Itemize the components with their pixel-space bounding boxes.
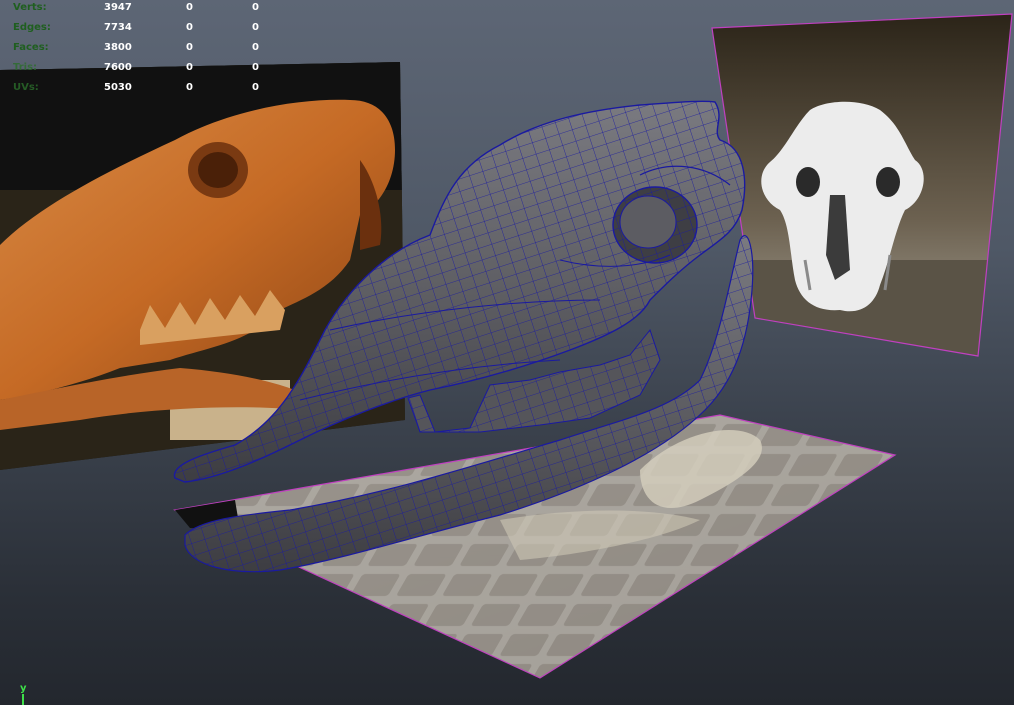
poly-count-hud: Verts: 3947 0 0 Edges: 7734 0 0 Faces: 3… bbox=[0, 0, 300, 100]
hud-row-edges: Edges: 7734 0 0 bbox=[0, 20, 300, 40]
hud-label: Verts: bbox=[13, 2, 47, 13]
hud-row-verts: Verts: 3947 0 0 bbox=[0, 0, 300, 20]
hud-component-value: 0 bbox=[252, 62, 259, 73]
hud-row-tris: Tris: 7600 0 0 bbox=[0, 60, 300, 80]
hud-component-value: 0 bbox=[252, 22, 259, 33]
hud-label: Tris: bbox=[13, 62, 38, 73]
hud-total-value: 3947 bbox=[104, 2, 132, 13]
hud-selected-value: 0 bbox=[186, 2, 193, 13]
viewport-3d[interactable]: Verts: 3947 0 0 Edges: 7734 0 0 Faces: 3… bbox=[0, 0, 1014, 705]
hud-row-faces: Faces: 3800 0 0 bbox=[0, 40, 300, 60]
hud-row-uvs: UVs: 5030 0 0 bbox=[0, 80, 300, 100]
hud-selected-value: 0 bbox=[186, 42, 193, 53]
axis-gizmo-icon: y bbox=[18, 683, 30, 705]
hud-component-value: 0 bbox=[252, 2, 259, 13]
hud-selected-value: 0 bbox=[186, 62, 193, 73]
hud-label: Edges: bbox=[13, 22, 51, 33]
hud-label: UVs: bbox=[13, 82, 39, 93]
hud-component-value: 0 bbox=[252, 82, 259, 93]
hud-selected-value: 0 bbox=[186, 82, 193, 93]
hud-selected-value: 0 bbox=[186, 22, 193, 33]
hud-total-value: 7600 bbox=[104, 62, 132, 73]
hud-total-value: 7734 bbox=[104, 22, 132, 33]
scene-canvas[interactable] bbox=[0, 0, 1014, 705]
hud-total-value: 5030 bbox=[104, 82, 132, 93]
hud-component-value: 0 bbox=[252, 42, 259, 53]
hud-total-value: 3800 bbox=[104, 42, 132, 53]
axis-y-line bbox=[22, 694, 24, 705]
hud-label: Faces: bbox=[13, 42, 49, 53]
axis-y-label: y bbox=[20, 683, 27, 694]
